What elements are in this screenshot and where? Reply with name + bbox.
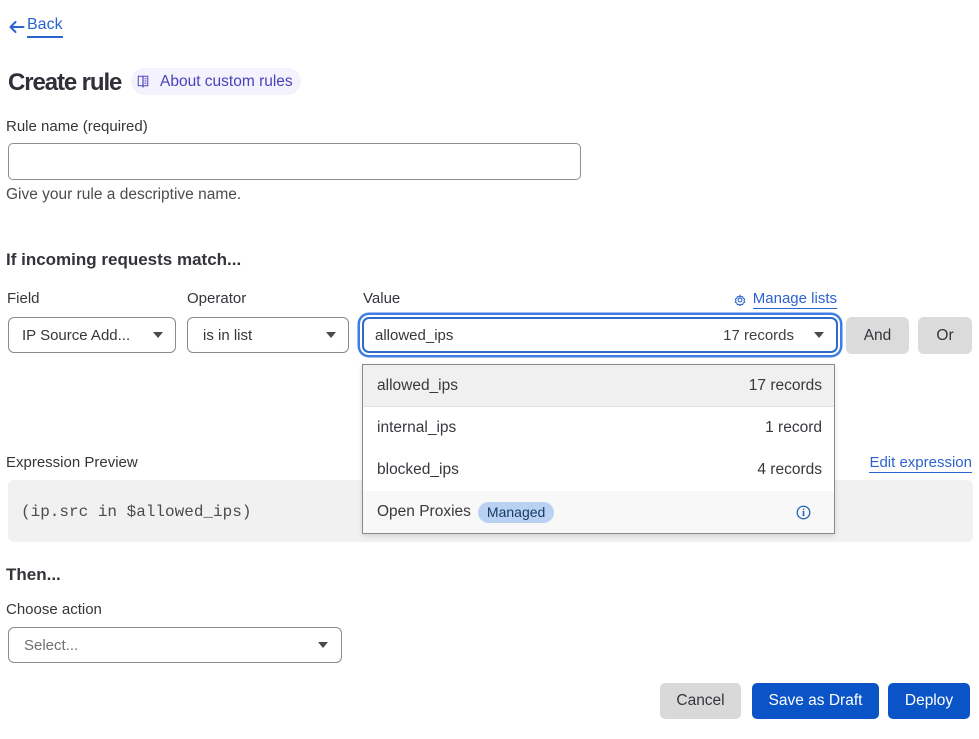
svg-text:i: i bbox=[802, 507, 805, 519]
